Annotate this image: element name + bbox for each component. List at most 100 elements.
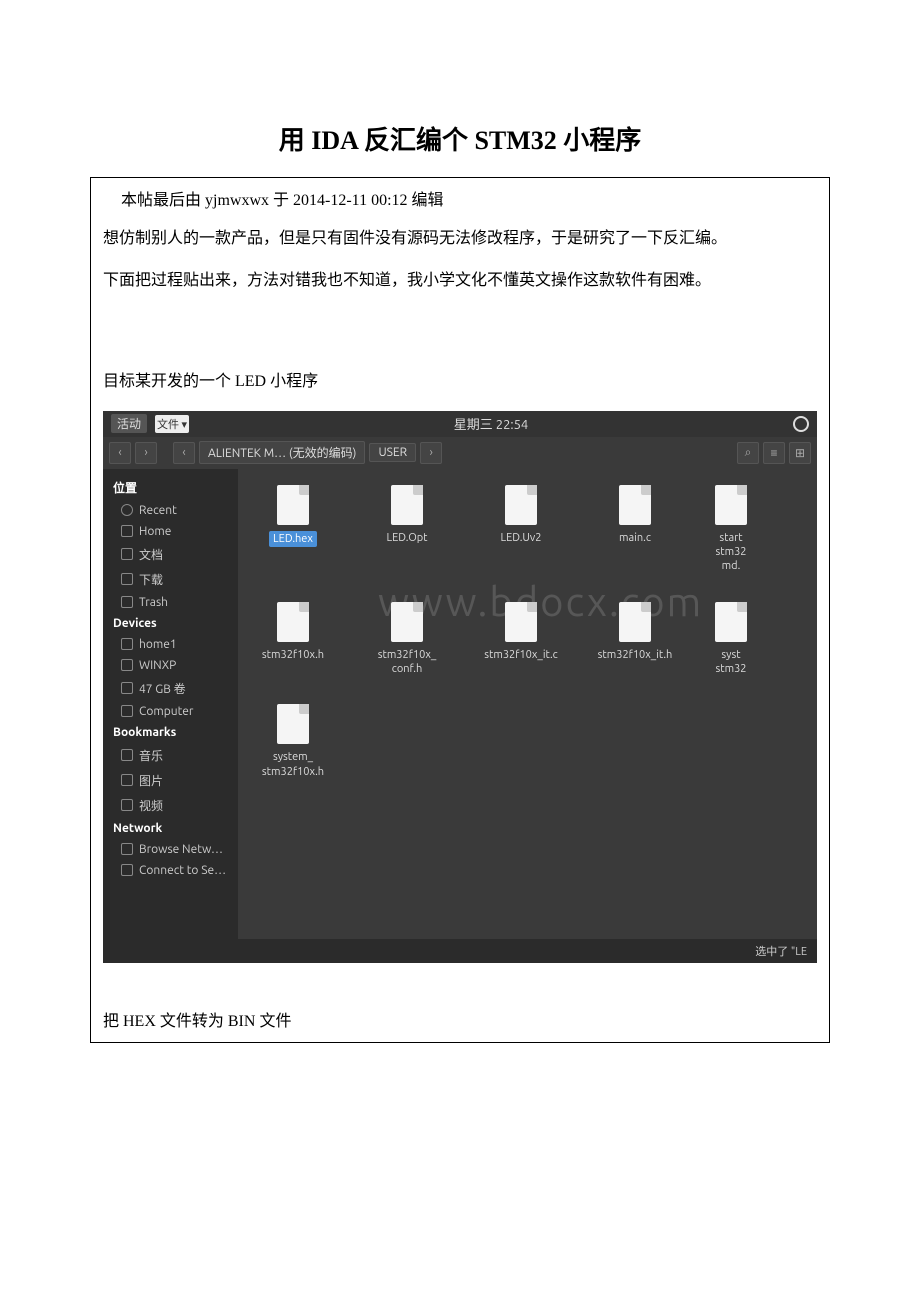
label: 音乐 [139, 747, 163, 764]
sidebar-music[interactable]: 音乐 [103, 743, 238, 768]
file-stm32f10x-h[interactable]: stm32f10x.h [250, 602, 336, 677]
file-label: stm32f10x.h [262, 648, 324, 662]
sidebar-videos[interactable]: 视频 [103, 793, 238, 818]
post-meta: 本帖最后由 yjmwxwx 于 2014-12-11 00:12 编辑 [91, 178, 829, 218]
nav-back[interactable]: ‹ [109, 442, 131, 464]
breadcrumb-2[interactable]: USER [369, 443, 416, 462]
page-title: 用 IDA 反汇编个 STM32 小程序 [0, 120, 920, 157]
file-label: stm32f10x_it.c [484, 648, 557, 662]
paragraph-2: 下面把过程贴出来，方法对错我也不知道，我小学文化不懂英文操作这款软件有困难。 [91, 260, 829, 302]
sidebar-docs[interactable]: 文档 [103, 542, 238, 567]
files-app-indicator[interactable]: 文件 ▾ [155, 415, 189, 433]
nav-back-2[interactable]: ‹ [173, 442, 195, 464]
power-icon[interactable] [793, 416, 809, 432]
disk-icon [121, 682, 133, 694]
places-header: 位置 [103, 475, 238, 500]
file-system-stm32f10x-h[interactable]: system_ stm32f10x.h [250, 704, 336, 779]
file-syst-stm32[interactable]: syst stm32 [706, 602, 756, 677]
file-led-uv2[interactable]: LED.Uv2 [478, 485, 564, 574]
sidebar-home1[interactable]: home1 [103, 634, 238, 655]
docs-icon [121, 548, 133, 560]
spacer [91, 301, 829, 361]
label: Trash [139, 596, 168, 609]
sidebar-recent[interactable]: Recent [103, 500, 238, 521]
label: WINXP [139, 659, 176, 672]
sidebar-home[interactable]: Home [103, 521, 238, 542]
trash-icon [121, 596, 133, 608]
file-stm32f10x-conf-h[interactable]: stm32f10x_ conf.h [364, 602, 450, 677]
label: Recent [139, 504, 177, 517]
nav-forward[interactable]: › [135, 442, 157, 464]
paragraph-1: 想仿制别人的一款产品，但是只有固件没有源码无法修改程序，于是研究了一下反汇编。 [91, 218, 829, 260]
sidebar: 位置 Recent Home 文档 下载 Trash Devices home1… [103, 469, 238, 939]
file-icon [391, 485, 423, 525]
file-led-opt[interactable]: LED.Opt [364, 485, 450, 574]
toolbar: ‹ › ‹ ALIENTEK M… (无效的编码) USER › ⌕ ≡ ⊞ [103, 437, 817, 469]
download-icon [121, 573, 133, 585]
file-led-hex[interactable]: LED.hex [250, 485, 336, 574]
folder-icon [121, 799, 133, 811]
clock: 星期三 22:54 [189, 414, 793, 433]
grid-view-icon[interactable]: ⊞ [789, 442, 811, 464]
disk-icon [121, 659, 133, 671]
disk-icon [121, 638, 133, 650]
sidebar-47gb[interactable]: 47 GB 卷 [103, 676, 238, 701]
file-label: system_ stm32f10x.h [250, 750, 336, 779]
network-icon [121, 864, 133, 876]
paragraph-4: 把 HEX 文件转为 BIN 文件 [91, 1001, 829, 1043]
label: 47 GB 卷 [139, 680, 186, 697]
sidebar-computer[interactable]: Computer [103, 701, 238, 722]
label: 下载 [139, 571, 163, 588]
file-label: syst stm32 [706, 648, 756, 677]
status-bar: 选中了 "LE [103, 939, 817, 963]
file-grid[interactable]: www.bdocx.com LED.hex LED.Opt LED.Uv2 ma… [238, 469, 817, 939]
file-icon [505, 485, 537, 525]
file-label: stm32f10x_ conf.h [364, 648, 450, 677]
sidebar-browse-network[interactable]: Browse Netw… [103, 839, 238, 860]
file-icon [619, 485, 651, 525]
label: Computer [139, 705, 193, 718]
disk-icon [121, 705, 133, 717]
recent-icon [121, 504, 133, 516]
file-main-c[interactable]: main.c [592, 485, 678, 574]
sidebar-connect-server[interactable]: Connect to Se… [103, 860, 238, 881]
file-stm32f10x-it-h[interactable]: stm32f10x_it.h [592, 602, 678, 677]
folder-icon [121, 749, 133, 761]
bookmarks-header: Bookmarks [103, 722, 238, 743]
label: home1 [139, 638, 177, 651]
breadcrumb-1[interactable]: ALIENTEK M… (无效的编码) [199, 441, 365, 464]
file-label: stm32f10x_it.h [598, 648, 673, 662]
file-label: LED.Opt [386, 531, 427, 545]
file-icon [277, 704, 309, 744]
label: Connect to Se… [139, 864, 226, 877]
label: 视频 [139, 797, 163, 814]
file-start-stm32[interactable]: start stm32 md. [706, 485, 756, 574]
file-icon [277, 485, 309, 525]
sidebar-trash[interactable]: Trash [103, 592, 238, 613]
devices-header: Devices [103, 613, 238, 634]
sidebar-download[interactable]: 下载 [103, 567, 238, 592]
search-icon[interactable]: ⌕ [737, 442, 759, 464]
network-icon [121, 843, 133, 855]
list-view-icon[interactable]: ≡ [763, 442, 785, 464]
paragraph-3: 目标某开发的一个 LED 小程序 [91, 361, 829, 403]
gnome-top-panel: 活动 文件 ▾ 星期三 22:54 [103, 411, 817, 437]
file-manager-screenshot: 活动 文件 ▾ 星期三 22:54 ‹ › ‹ ALIENTEK M… (无效的… [103, 411, 817, 963]
network-header: Network [103, 818, 238, 839]
sidebar-winxp[interactable]: WINXP [103, 655, 238, 676]
label: Home [139, 525, 171, 538]
file-label: LED.Uv2 [501, 531, 542, 545]
nav-next[interactable]: › [420, 442, 442, 464]
file-label: LED.hex [269, 531, 317, 547]
sidebar-pictures[interactable]: 图片 [103, 768, 238, 793]
file-icon [715, 485, 747, 525]
label: Browse Netw… [139, 843, 223, 856]
folder-icon [121, 774, 133, 786]
label: 文档 [139, 546, 163, 563]
activities-button[interactable]: 活动 [111, 414, 147, 433]
file-icon [619, 602, 651, 642]
file-stm32f10x-it-c[interactable]: stm32f10x_it.c [478, 602, 564, 677]
label: 图片 [139, 772, 163, 789]
file-icon [505, 602, 537, 642]
file-label: start stm32 md. [706, 531, 756, 574]
